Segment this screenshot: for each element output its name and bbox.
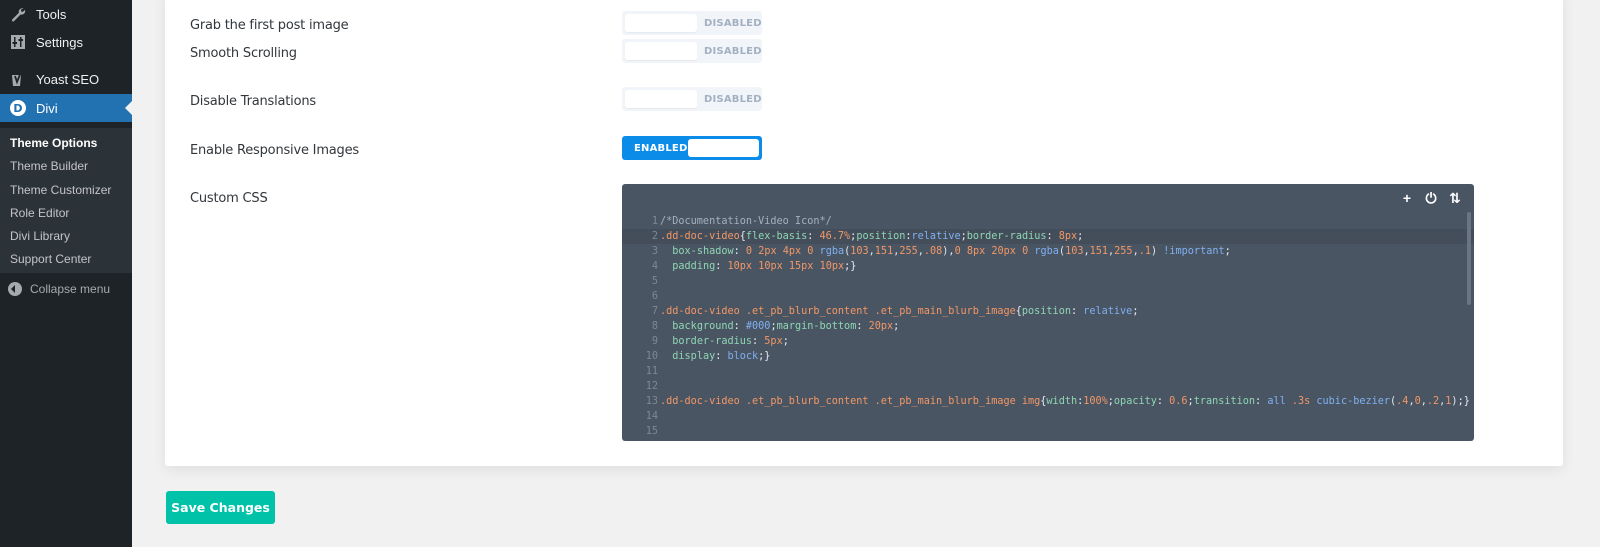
- menu-label: Divi: [36, 100, 58, 116]
- submenu-role-editor[interactable]: Role Editor: [0, 202, 132, 225]
- menu-item-yoast[interactable]: Yoast SEO: [0, 65, 132, 93]
- code-line[interactable]: 6: [622, 289, 1474, 304]
- toggle-state: DISABLED: [704, 45, 762, 57]
- code-line[interactable]: 5: [622, 274, 1474, 289]
- code-text: box-shadow: 0 2px 4px 0 rgba(103,151,255…: [672, 246, 1231, 257]
- submenu-theme-options[interactable]: Theme Options: [0, 132, 132, 155]
- editor-scrollbar[interactable]: [1467, 212, 1471, 305]
- code-line[interactable]: 3 box-shadow: 0 2px 4px 0 rgba(103,151,2…: [622, 244, 1474, 259]
- settings-icon: [0, 35, 36, 49]
- save-changes-button[interactable]: Save Changes: [166, 491, 275, 524]
- toggle-disable-translations[interactable]: DISABLED: [622, 87, 762, 111]
- menu-item-tools[interactable]: Tools: [0, 0, 132, 28]
- editor-toolbar: + ⏻ ⇅: [1400, 190, 1462, 207]
- power-icon[interactable]: ⏻: [1424, 190, 1438, 207]
- custom-css-editor[interactable]: + ⏻ ⇅ 1/*Documentation-Video Icon*/2 .dd-…: [622, 184, 1474, 441]
- menu-label: Tools: [36, 6, 67, 22]
- line-number: 7: [651, 306, 658, 317]
- option-label-smooth-scrolling: Smooth Scrolling: [190, 46, 297, 61]
- line-number: 2: [651, 231, 658, 242]
- code-lines[interactable]: 1/*Documentation-Video Icon*/2 .dd-doc-vi…: [622, 214, 1474, 439]
- line-number: 9: [651, 336, 658, 347]
- toggle-state: ENABLED: [634, 142, 688, 154]
- submenu-support-center[interactable]: Support Center: [0, 248, 132, 271]
- line-number: 4: [651, 261, 658, 272]
- line-number: 6: [651, 291, 658, 302]
- toggle-responsive-images[interactable]: ENABLED: [622, 136, 762, 160]
- yoast-icon: [0, 71, 36, 87]
- code-line[interactable]: 14: [622, 409, 1474, 424]
- toggle-knob: [625, 14, 697, 32]
- collapse-arrow-icon: [8, 282, 22, 296]
- code-line[interactable]: 13 .dd-doc-video .et_pb_blurb_content .et…: [622, 394, 1474, 409]
- toggle-state: DISABLED: [704, 17, 762, 29]
- toggle-state: DISABLED: [704, 93, 762, 105]
- submenu-divi-library[interactable]: Divi Library: [0, 225, 132, 248]
- divi-icon: D: [0, 100, 36, 116]
- toggle-knob: [625, 42, 697, 60]
- code-line[interactable]: 7 .dd-doc-video .et_pb_blurb_content .et_…: [622, 304, 1474, 319]
- option-label-grab-first-image: Grab the first post image: [190, 18, 349, 33]
- line-number: 15: [645, 426, 658, 437]
- code-text: display: block;}: [672, 351, 771, 362]
- code-line[interactable]: 11: [622, 364, 1474, 379]
- code-text: /*Documentation-Video Icon*/: [660, 216, 832, 227]
- option-label-custom-css: Custom CSS: [190, 191, 268, 206]
- line-number: 12: [645, 381, 658, 392]
- collapse-menu-button[interactable]: Collapse menu: [0, 277, 132, 301]
- menu-item-divi[interactable]: D Divi: [0, 94, 132, 122]
- code-text: padding: 10px 10px 15px 10px;}: [672, 261, 857, 272]
- code-text: border-radius: 5px;: [672, 336, 789, 347]
- line-number: 11: [645, 366, 658, 377]
- code-line[interactable]: 2 .dd-doc-video{flex-basis: 46.7%;positio…: [622, 229, 1474, 244]
- code-line[interactable]: 15: [622, 424, 1474, 439]
- code-line[interactable]: 4 padding: 10px 10px 15px 10px;}: [622, 259, 1474, 274]
- menu-item-settings[interactable]: Settings: [0, 28, 132, 56]
- code-text: .dd-doc-video .et_pb_blurb_content .et_p…: [660, 396, 1470, 407]
- submenu-theme-customizer[interactable]: Theme Customizer: [0, 179, 132, 202]
- divi-submenu: Theme Options Theme Builder Theme Custom…: [0, 128, 132, 273]
- code-text: .dd-doc-video{flex-basis: 46.7%;position…: [660, 231, 1084, 242]
- toggle-knob: [688, 139, 759, 157]
- sort-icon[interactable]: ⇅: [1448, 190, 1462, 207]
- line-number: 10: [645, 351, 658, 362]
- code-text: background: #000;margin-bottom: 20px;: [672, 321, 900, 332]
- submenu-theme-builder[interactable]: Theme Builder: [0, 155, 132, 178]
- code-text: .dd-doc-video .et_pb_blurb_content .et_p…: [660, 306, 1139, 317]
- add-icon[interactable]: +: [1400, 190, 1414, 207]
- code-line[interactable]: 8 background: #000;margin-bottom: 20px;: [622, 319, 1474, 334]
- toggle-grab-first-image[interactable]: DISABLED: [622, 11, 762, 35]
- svg-text:D: D: [13, 102, 22, 115]
- code-line[interactable]: 10 display: block;}: [622, 349, 1474, 364]
- toggle-knob: [625, 90, 697, 108]
- menu-label: Settings: [36, 34, 83, 50]
- admin-sidebar: Tools Settings Yoast SEO D Divi Theme Op…: [0, 0, 132, 547]
- code-line[interactable]: 9 border-radius: 5px;: [622, 334, 1474, 349]
- code-line[interactable]: 12: [622, 379, 1474, 394]
- collapse-label: Collapse menu: [30, 282, 111, 296]
- wrench-icon: [0, 6, 36, 22]
- line-number: 1: [651, 216, 658, 227]
- option-label-disable-translations: Disable Translations: [190, 94, 316, 109]
- line-number: 13: [645, 396, 658, 407]
- line-number: 3: [651, 246, 658, 257]
- code-line[interactable]: 1/*Documentation-Video Icon*/: [622, 214, 1474, 229]
- line-number: 14: [645, 411, 658, 422]
- line-number: 8: [651, 321, 658, 332]
- option-label-responsive-images: Enable Responsive Images: [190, 143, 359, 158]
- line-number: 5: [651, 276, 658, 287]
- menu-label: Yoast SEO: [36, 71, 100, 87]
- toggle-smooth-scrolling[interactable]: DISABLED: [622, 39, 762, 63]
